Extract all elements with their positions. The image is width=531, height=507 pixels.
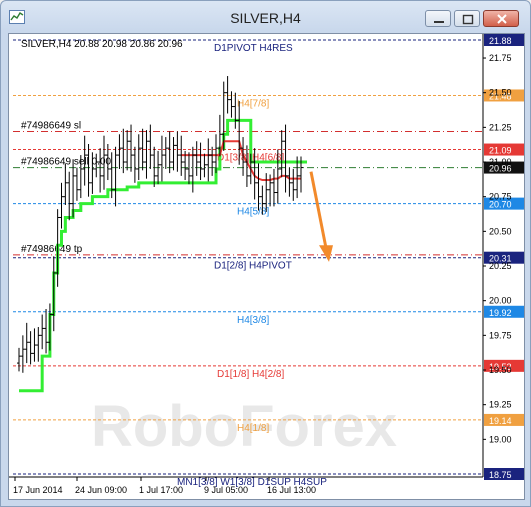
level-label: H4[1/8] xyxy=(237,423,269,434)
y-tick-label: 20.75 xyxy=(489,192,512,202)
level-label: D1PIVOT H4RES xyxy=(214,43,293,54)
y-tick-label: 19.50 xyxy=(489,365,512,375)
level-label: #74986649 tp xyxy=(21,244,83,255)
x-tick-label: 24 Jun 09:00 xyxy=(75,485,127,495)
y-tick-label: 19.75 xyxy=(489,330,512,340)
y-tick-label: 20.25 xyxy=(489,261,512,271)
maximize-button[interactable] xyxy=(454,10,480,27)
x-tick-label: 1 Jul 17:00 xyxy=(139,485,183,495)
y-tick-label: 20.50 xyxy=(489,226,512,236)
y-tick-label: 19.00 xyxy=(489,434,512,444)
price-badge-label: 19.14 xyxy=(489,416,512,426)
price-badge-label: 21.09 xyxy=(489,146,512,156)
price-chart[interactable]: RoboForex D1PIVOT H4RES21.88H4[7/8]21.48… xyxy=(9,34,524,499)
title-bar[interactable]: SILVER,H4 xyxy=(1,1,530,35)
close-button[interactable] xyxy=(483,10,519,27)
x-tick-label: 9 Jul 05:00 xyxy=(204,485,248,495)
minimize-button[interactable] xyxy=(425,10,451,27)
maximize-icon xyxy=(462,14,474,25)
level-label: D1[1/8] H4[2/8] xyxy=(217,369,284,380)
y-tick-label: 19.25 xyxy=(489,400,512,410)
price-badge-label: 18.75 xyxy=(489,470,512,480)
x-tick-label: 17 Jun 2014 xyxy=(13,485,63,495)
level-label: #74986649 sl xyxy=(21,121,81,132)
chart-window: SILVER,H4 RoboForex D1PIVOT H4RES 21.88 H4… xyxy=(0,0,531,507)
x-tick-label: 16 Jul 13:00 xyxy=(267,485,316,495)
close-icon xyxy=(497,14,507,24)
chart-area[interactable]: RoboForex D1PIVOT H4RES 21.88 H4[7/8] 21.48… xyxy=(8,33,525,500)
level-label: D1[2/8] H4PIVOT xyxy=(214,261,292,272)
minimize-icon xyxy=(434,21,444,23)
y-tick-label: 21.25 xyxy=(489,122,512,132)
level-label: H4[3/8] xyxy=(237,315,269,326)
price-badge-label: 21.88 xyxy=(489,36,512,46)
y-tick-label: 21.00 xyxy=(489,157,512,167)
chart-header: SILVER,H4 20.88 20.98 20.86 20.96 xyxy=(21,39,183,50)
y-tick-label: 21.75 xyxy=(489,53,512,63)
level-label: H4[5/8] xyxy=(237,207,269,218)
level-label: H4[7/8] xyxy=(237,98,269,109)
y-tick-label: 20.00 xyxy=(489,296,512,306)
y-tick-label: 21.50 xyxy=(489,88,512,98)
forecast-arrow xyxy=(309,171,328,249)
forecast-arrow-head xyxy=(319,245,333,262)
price-badge-label: 19.92 xyxy=(489,308,512,318)
